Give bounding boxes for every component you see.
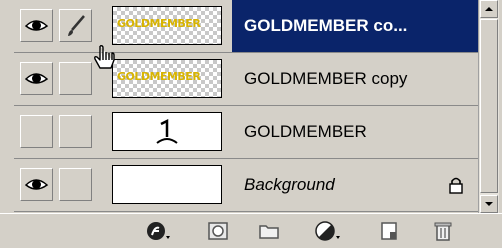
layer-thumbnail: GOLDMEMBER: [112, 59, 222, 98]
thumbnail-text: GOLDMEMBER: [117, 17, 201, 30]
scroll-up-button[interactable]: [480, 0, 498, 18]
arrow-down-icon: [485, 202, 493, 206]
layer-name-label: Background: [244, 175, 335, 194]
lock-icon: [449, 177, 463, 194]
layer-name[interactable]: GOLDMEMBER: [232, 106, 478, 158]
layer-row-goldmember-copy[interactable]: GOLDMEMBER GOLDMEMBER copy: [14, 53, 478, 106]
link-toggle[interactable]: [59, 115, 92, 148]
layer-name[interactable]: Background: [232, 159, 478, 211]
layer-name-label: GOLDMEMBER: [244, 122, 367, 141]
layer-name[interactable]: GOLDMEMBER copy: [232, 53, 478, 105]
layer-name-label: GOLDMEMBER copy: [244, 69, 408, 88]
layer-thumbnail-cell[interactable]: GOLDMEMBER: [106, 53, 234, 105]
new-layer-icon: [381, 222, 397, 240]
folder-icon: [259, 225, 279, 239]
layers-list: GOLDMEMBER GOLDMEMBER co... GOLDMEMBER G…: [14, 0, 478, 213]
link-toggle[interactable]: [59, 168, 92, 201]
text-layer-icon: [156, 118, 178, 144]
layers-scrollbar[interactable]: [478, 0, 499, 213]
eye-icon: [24, 20, 49, 31]
arrow-up-icon: [485, 7, 493, 11]
eye-icon: [24, 179, 49, 190]
visibility-toggle[interactable]: [20, 9, 53, 42]
add-mask-icon: [208, 222, 228, 240]
layer-thumbnail-cell[interactable]: [106, 106, 234, 158]
layer-row-goldmember-copy-2[interactable]: GOLDMEMBER GOLDMEMBER co...: [14, 0, 478, 53]
delete-layer-button[interactable]: [432, 220, 454, 242]
layer-thumbnail-cell[interactable]: [106, 159, 234, 211]
visibility-toggle[interactable]: [20, 115, 53, 148]
layer-thumbnail-cell[interactable]: GOLDMEMBER: [106, 0, 234, 52]
visibility-toggle[interactable]: [20, 62, 53, 95]
thumbnail-text: GOLDMEMBER: [117, 70, 201, 83]
layers-toolbar: [0, 213, 502, 248]
visibility-toggle[interactable]: [20, 168, 53, 201]
layers-panel: GOLDMEMBER GOLDMEMBER co... GOLDMEMBER G…: [0, 0, 502, 248]
brush-link-toggle[interactable]: [59, 9, 92, 42]
hand-cursor-icon: [94, 45, 115, 69]
layer-thumbnail: [112, 165, 222, 204]
layer-style-button[interactable]: [146, 220, 170, 242]
new-layer-button[interactable]: [378, 220, 400, 242]
add-mask-button[interactable]: [207, 220, 229, 242]
layer-row-background[interactable]: Background: [14, 159, 478, 212]
layer-name[interactable]: GOLDMEMBER co...: [232, 0, 478, 52]
brush-icon: [68, 15, 85, 36]
layer-thumbnail: [112, 112, 222, 151]
scroll-down-button[interactable]: [480, 195, 498, 213]
layer-row-goldmember[interactable]: GOLDMEMBER: [14, 106, 478, 159]
scroll-thumb[interactable]: [480, 19, 498, 193]
adjustment-layer-icon: [315, 221, 340, 241]
layer-style-icon: [147, 222, 170, 240]
link-toggle[interactable]: [59, 62, 92, 95]
adjustment-layer-button[interactable]: [314, 220, 340, 242]
layer-thumbnail: GOLDMEMBER: [112, 6, 222, 45]
new-group-button[interactable]: [258, 220, 280, 242]
trash-icon: [434, 222, 452, 241]
eye-icon: [24, 73, 49, 84]
layer-name-label: GOLDMEMBER co...: [244, 16, 408, 35]
